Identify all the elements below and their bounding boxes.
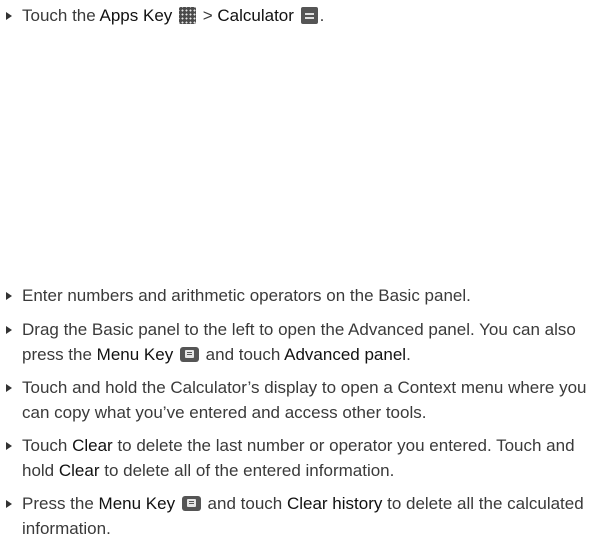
step-enter-numbers: Enter numbers and arithmetic operators o… [4, 284, 604, 309]
step-text: . [406, 344, 411, 364]
step-advanced-panel: Drag the Basic panel to the left to open… [4, 318, 604, 367]
bullet-icon [6, 326, 12, 334]
step-text: Touch the [22, 6, 100, 25]
bullet-icon [6, 442, 12, 450]
bullet-icon [6, 12, 12, 20]
step-text: Touch [22, 436, 73, 455]
step-text: > [198, 6, 218, 25]
step-open-calculator: Touch the Apps Key > Calculator . [4, 4, 604, 29]
bullet-icon [6, 292, 12, 300]
clear-label: Clear [72, 436, 113, 455]
step-text: and touch [200, 344, 285, 364]
step-clear-history: Press the Menu Key and touch Clear histo… [4, 492, 604, 541]
menu-key-icon [179, 346, 199, 362]
calculator-app-icon [300, 7, 318, 24]
menu-key-label: Menu Key [96, 344, 174, 364]
advanced-panel-label: Advanced panel [284, 344, 407, 364]
clear-history-label: Clear history [286, 494, 383, 513]
clear-label: Clear [58, 460, 100, 480]
apps-key-label: Apps Key [99, 6, 173, 25]
bullet-icon [6, 384, 12, 392]
step-context-menu: Touch and hold the Calculator’s display … [4, 376, 604, 425]
step-text: Touch and hold the Calculator’s display … [22, 378, 587, 422]
menu-key-icon [181, 496, 201, 511]
step-clear: Touch Clear to delete the last number or… [4, 434, 604, 483]
step-text: Press the [22, 494, 99, 513]
step-text: Enter numbers and arithmetic operators o… [22, 286, 471, 305]
calculator-label: Calculator [217, 6, 294, 25]
bullet-icon [6, 500, 12, 508]
menu-key-label: Menu Key [98, 494, 176, 513]
step-text: to delete all of the entered information… [99, 460, 395, 480]
step-text: and touch [202, 494, 287, 513]
apps-grid-icon [179, 7, 197, 24]
step-text: . [319, 6, 325, 25]
